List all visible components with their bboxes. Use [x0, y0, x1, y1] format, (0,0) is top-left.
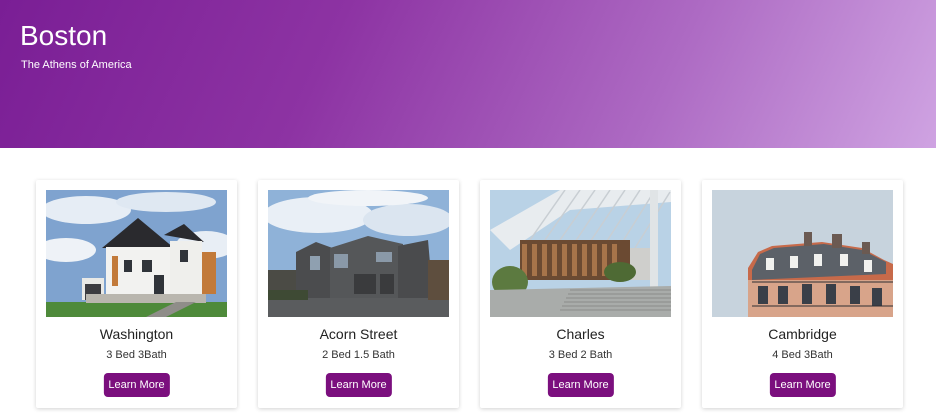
card-description: 4 Bed 3Bath: [772, 349, 833, 361]
property-card: Cambridge 4 Bed 3Bath Learn More: [702, 180, 903, 408]
property-card: Acorn Street 2 Bed 1.5 Bath Learn More: [258, 180, 459, 408]
hero-banner: Boston The Athens of America: [0, 0, 936, 148]
learn-more-button[interactable]: Learn More: [547, 373, 614, 397]
learn-more-button[interactable]: Learn More: [325, 373, 392, 397]
house-photo: [46, 190, 227, 317]
page-title: Boston: [20, 20, 108, 51]
property-card: Charles 3 Bed 2 Bath Learn More: [480, 180, 681, 408]
card-title: Cambridge: [768, 326, 837, 342]
card-description: 3 Bed 2 Bath: [548, 349, 613, 361]
house-photo: [268, 190, 449, 317]
card-title: Charles: [556, 326, 605, 342]
learn-more-button[interactable]: Learn More: [103, 373, 170, 397]
card-description: 2 Bed 1.5 Bath: [322, 349, 395, 361]
card-title: Acorn Street: [319, 326, 398, 342]
card-description: 3 Bed 3Bath: [106, 349, 167, 361]
modern-building-photo: [490, 190, 671, 317]
property-card-list: Washington 3 Bed 3Bath Learn More Acorn …: [36, 180, 903, 408]
apartment-building-photo: [712, 190, 893, 317]
learn-more-button[interactable]: Learn More: [769, 373, 836, 397]
property-card: Washington 3 Bed 3Bath Learn More: [36, 180, 237, 408]
page-subtitle: The Athens of America: [21, 59, 132, 71]
card-title: Washington: [99, 326, 174, 342]
